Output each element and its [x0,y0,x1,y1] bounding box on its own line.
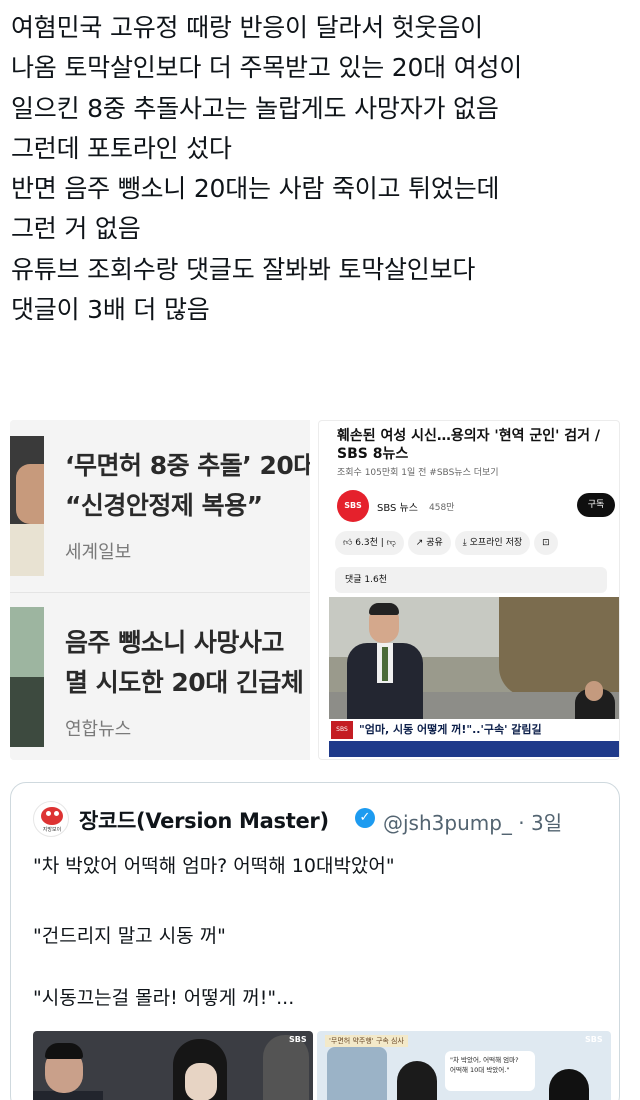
sbs-watermark: SBS [289,1035,307,1044]
thumbs-up-icon: 👍︎ [343,538,356,548]
thumbs-down-icon: | 👎︎ [380,538,396,548]
video-title: 훼손된 여성 시신…용의자 '현역 군인' 검거 / SBS 8뉴스 [337,428,601,462]
subscribe-button[interactable]: 구독 [577,493,615,517]
author-name[interactable]: 장코드(Version Master) [79,805,329,835]
download-icon: ⤓ [462,538,470,548]
bookmark-icon: ⊡ [542,538,550,548]
more-actions-button[interactable]: ⊡ [534,531,558,555]
news-item[interactable]: ‘무면허 8중 추돌’ 20대 “신경안정제 복용” 세계일보 [10,420,310,590]
video-meta: 조회수 105만회 1일 전 #SBS뉴스 더보기 [337,468,499,478]
post-line: 그런데 포토라인 섰다 [11,133,232,163]
speech-bubble-line: 어떡해 10대 박았어." [450,1066,510,1074]
post-line: 그런 거 없음 [11,214,141,244]
post-line: 여혐민국 고유정 때랑 반응이 달라서 헛웃음이 [11,13,483,42]
post-line: 댓글이 3배 더 많음 [11,295,210,325]
quote-text-line: "차 박았어 어떡해 엄마? 어떡해 10대박았어" [33,855,395,877]
news-list-screenshot[interactable]: ‘무면허 8중 추돌’ 20대 “신경안정제 복용” 세계일보 음주 뺑소니 사… [10,420,310,760]
video-caption: "엄마, 시동 어떻게 꺼!"..'구속' 갈림길 [359,723,542,736]
channel-logo[interactable]: SBS [337,490,369,522]
media-banner: '무면허 약주행' 구속 심사 [325,1035,408,1047]
offline-save-button[interactable]: ⤓ 오프라인 저장 [454,531,531,555]
avatar[interactable]: 지방보이 [33,801,69,837]
speech-bubble: "차 박았어, 어떡해 엄마? 어떡해 10대 박았어." [445,1051,535,1091]
news-title: 음주 뺑소니 사망사고 [65,628,284,657]
media-thumbnail-left[interactable]: SBS [33,1031,313,1100]
post-line: 유튜브 조회수랑 댓글도 잘봐봐 토막살인보다 [11,254,476,284]
news-item[interactable]: 음주 뺑소니 사망사고 멸 시도한 20대 긴급체 연합뉴스 [10,592,310,760]
author-handle[interactable]: @jsh3pump_ · 3일 [383,807,562,836]
share-button[interactable]: ↗ 공유 [407,531,451,555]
post-line: 일으킨 8중 추돌사고는 놀랍게도 사망자가 없음 [11,93,499,123]
news-thumbnail [10,436,44,576]
post-line: 반면 음주 뺑소니 20대는 사람 죽이고 튀었는데 [11,174,500,204]
verified-badge-icon: ✓ [355,808,375,828]
news-title: 멸 시도한 20대 긴급체 [65,668,304,697]
quote-text-line: "시동끄는걸 몰라! 어떻게 꺼!"... [33,987,295,1009]
video-thumbnail[interactable]: SBS "엄마, 시동 어떻게 꺼!"..'구속' 갈림길 [329,597,619,757]
channel-name[interactable]: SBS 뉴스 [377,499,418,514]
speech-bubble-line: "차 박았어, 어떡해 엄마? [450,1056,519,1064]
post-line: 나옴 토막살인보다 더 주목받고 있는 20대 여성이 [11,53,523,83]
share-icon: ↗ [415,538,427,548]
offline-save-label: 오프라인 저장 [469,538,523,548]
sbs-badge: SBS [331,721,353,739]
quote-text-line: "건드리지 말고 시동 꺼" [33,925,226,947]
subscriber-count: 458만 [429,503,455,513]
like-count: 6.3천 [355,538,378,548]
news-thumbnail [10,607,44,747]
avatar-label: 지방보이 [42,827,62,833]
sbs-watermark: SBS [585,1035,603,1044]
media-thumbnail-right[interactable]: '무면허 약주행' 구속 심사 "차 박았어, 어떡해 엄마? 어떡해 10대 … [317,1031,611,1100]
youtube-screenshot[interactable]: 훼손된 여성 시신…용의자 '현역 군인' 검거 / SBS 8뉴스 조회수 1… [318,420,620,760]
share-label: 공유 [426,538,443,548]
comments-bar[interactable]: 댓글 1.6천 [335,567,607,593]
news-title: ‘무면허 8중 추돌’ 20대 [65,451,310,480]
news-title: “신경안정제 복용” [65,491,263,520]
post-body: 여혐민국 고유정 때랑 반응이 달라서 헛웃음이 나옴 토막살인보다 더 주목받… [11,8,631,330]
quote-tweet[interactable]: 지방보이 장코드(Version Master) ✓ @jsh3pump_ · … [10,782,620,1100]
news-source: 연합뉴스 [65,719,132,740]
video-actions: 👍︎ 6.3천 | 👎︎ ↗ 공유 ⤓ 오프라인 저장 ⊡ [335,531,562,557]
like-button[interactable]: 👍︎ 6.3천 | 👎︎ [335,531,404,555]
news-source: 세계일보 [65,542,132,563]
